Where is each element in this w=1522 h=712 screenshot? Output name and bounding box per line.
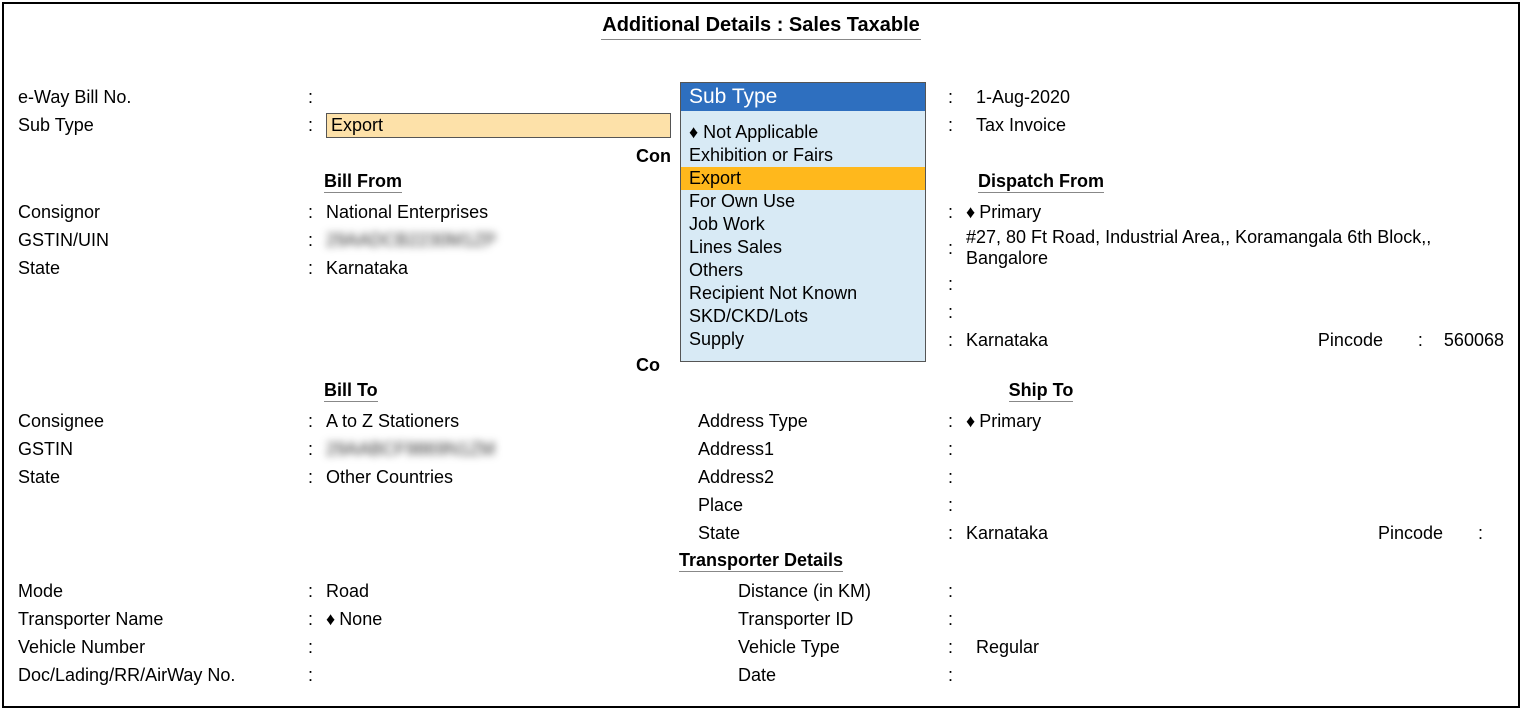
disp-pincode-value: 560068 [1436, 330, 1504, 351]
subtype-option[interactable]: For Own Use [681, 190, 925, 213]
doc-no-label: Doc/Lading/RR/AirWay No. [18, 665, 308, 686]
subtype-option[interactable]: Others [681, 259, 925, 282]
ship-pincode-value[interactable] [1496, 523, 1504, 544]
colon: : [308, 115, 326, 136]
ship-to-header: Ship To [1009, 380, 1074, 402]
vehicle-type-value[interactable]: Regular [966, 637, 1504, 658]
colon: : [308, 665, 326, 686]
vehicle-no-label: Vehicle Number [18, 637, 308, 658]
consignor-label: Consignor [18, 202, 308, 223]
date-value: 1-Aug-2020 [966, 87, 1504, 108]
subtype-option[interactable]: Supply [681, 328, 925, 351]
ship-place-label: Place [698, 495, 948, 516]
colon: : [308, 467, 326, 488]
mode-value[interactable]: Road [326, 581, 678, 602]
subtype-option[interactable]: Recipient Not Known [681, 282, 925, 305]
subtype-option[interactable]: Lines Sales [681, 236, 925, 259]
trans-id-label: Transporter ID [698, 609, 948, 630]
colon: : [948, 523, 966, 544]
transporter-header: Transporter Details [679, 550, 843, 572]
colon: : [308, 202, 326, 223]
subtype-dropdown[interactable]: Sub Type ♦ Not ApplicableExhibition or F… [680, 82, 926, 362]
consignor-state-label: State [18, 258, 308, 279]
consignee-value: A to Z Stationers [326, 411, 678, 432]
trans-date-label: Date [698, 665, 948, 686]
subtype-option[interactable]: Job Work [681, 213, 925, 236]
subtype-input[interactable]: Export [326, 113, 678, 138]
colon: : [948, 665, 966, 686]
colon: : [308, 637, 326, 658]
ship-pincode-label: Pincode [1378, 523, 1478, 544]
consignee-section-partial: Co [636, 355, 660, 376]
ship-addr2-label: Address2 [698, 467, 948, 488]
disp-addr1-value: #27, 80 Ft Road, Industrial Area,, Koram… [966, 227, 1504, 269]
colon: : [308, 609, 326, 630]
disp-addrtype-value: Primary [966, 202, 1504, 223]
disp-pincode-label: Pincode [1318, 330, 1418, 351]
bill-from-header: Bill From [324, 171, 402, 193]
colon: : [948, 609, 966, 630]
consignor-state-value: Karnataka [326, 258, 678, 279]
colon: : [948, 115, 966, 136]
colon: : [948, 330, 966, 351]
consignor-gstin-label: GSTIN/UIN [18, 230, 308, 251]
bill-to-header: Bill To [324, 380, 378, 402]
subtype-option[interactable]: Export [681, 167, 925, 190]
subtype-option[interactable]: Exhibition or Fairs [681, 144, 925, 167]
colon: : [1418, 330, 1436, 351]
doc-type-value: Tax Invoice [966, 115, 1504, 136]
colon: : [948, 238, 966, 259]
colon: : [948, 439, 966, 460]
colon: : [308, 258, 326, 279]
colon: : [948, 581, 966, 602]
ship-state-value: Karnataka [966, 523, 1378, 544]
dispatch-from-header: Dispatch From [978, 171, 1104, 193]
colon: : [948, 495, 966, 516]
trans-name-value[interactable]: None [326, 609, 678, 630]
colon: : [948, 274, 966, 295]
subtype-label: Sub Type [18, 115, 308, 136]
mode-label: Mode [18, 581, 308, 602]
colon: : [308, 411, 326, 432]
vehicle-type-label: Vehicle Type [698, 637, 948, 658]
consignor-value: National Enterprises [326, 202, 678, 223]
colon: : [948, 411, 966, 432]
eway-bill-label: e-Way Bill No. [18, 87, 308, 108]
ship-addrtype-label: Address Type [698, 411, 948, 432]
colon: : [308, 87, 326, 108]
consignee-state-value: Other Countries [326, 467, 678, 488]
colon: : [948, 637, 966, 658]
consignee-gstin-value: 29AABCF9869N1ZM [326, 439, 678, 460]
colon: : [948, 302, 966, 323]
subtype-dropdown-header: Sub Type [681, 83, 925, 111]
colon: : [308, 230, 326, 251]
distance-label: Distance (in KM) [698, 581, 948, 602]
consignor-gstin-value: 29AADCB2230M1ZP [326, 230, 678, 251]
colon: : [308, 581, 326, 602]
ship-state-label: State [698, 523, 948, 544]
subtype-option[interactable]: SKD/CKD/Lots [681, 305, 925, 328]
colon: : [948, 87, 966, 108]
subtype-option[interactable]: ♦ Not Applicable [681, 121, 925, 144]
consignee-label: Consignee [18, 411, 308, 432]
subtype-value[interactable]: Export [326, 113, 671, 138]
consignee-gstin-label: GSTIN [18, 439, 308, 460]
page-title: Additional Details : Sales Taxable [18, 14, 1504, 37]
ship-addrtype-value: Primary [966, 411, 1504, 432]
colon: : [1478, 523, 1496, 544]
ship-addr1-label: Address1 [698, 439, 948, 460]
consignee-state-label: State [18, 467, 308, 488]
trans-name-label: Transporter Name [18, 609, 308, 630]
consignor-section-partial: Con [636, 146, 671, 167]
colon: : [948, 467, 966, 488]
colon: : [308, 439, 326, 460]
colon: : [948, 202, 966, 223]
disp-state-value: Karnataka [966, 330, 1318, 351]
